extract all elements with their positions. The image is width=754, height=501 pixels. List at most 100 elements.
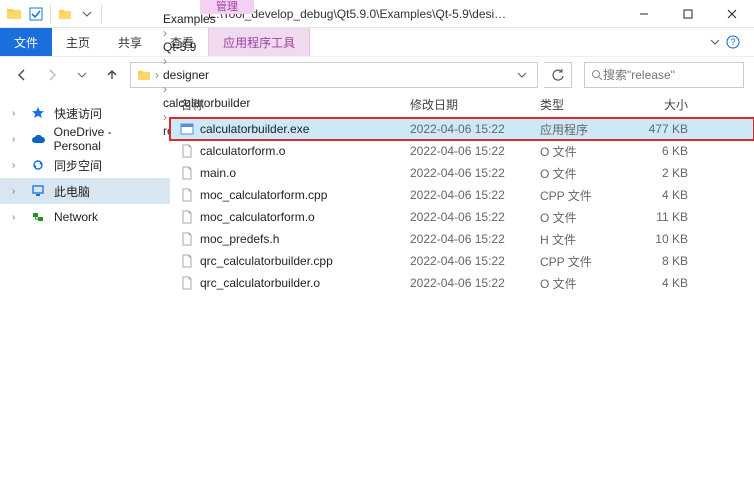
file-date: 2022-04-06 15:22 (410, 188, 540, 202)
navigation-bar: › Examples›Qt-5.9›designer›calculatorbui… (0, 56, 754, 92)
file-type: O 文件 (540, 275, 630, 292)
file-name: calculatorform.o (200, 144, 285, 158)
star-icon (30, 105, 46, 121)
address-bar[interactable]: › Examples›Qt-5.9›designer›calculatorbui… (130, 62, 538, 88)
sidebar-item-label: 快速访问 (54, 105, 102, 122)
file-name: qrc_calculatorbuilder.cpp (200, 254, 333, 268)
file-icon (180, 276, 194, 290)
sync-icon (30, 157, 46, 173)
file-row[interactable]: qrc_calculatorbuilder.o 2022-04-06 15:22O… (170, 272, 754, 294)
recent-dropdown[interactable] (70, 63, 94, 87)
file-type: O 文件 (540, 143, 630, 160)
column-type[interactable]: 类型 (540, 96, 630, 113)
file-size: 11 KB (630, 210, 700, 224)
file-name: qrc_calculatorbuilder.o (200, 276, 320, 290)
close-button[interactable] (710, 0, 754, 28)
up-button[interactable] (100, 63, 124, 87)
expand-icon[interactable]: › (12, 186, 22, 197)
search-input[interactable] (603, 68, 754, 82)
file-type: CPP 文件 (540, 187, 630, 204)
chevron-right-icon[interactable]: › (161, 54, 169, 68)
expand-icon[interactable]: › (12, 134, 22, 145)
file-size: 8 KB (630, 254, 700, 268)
file-type: H 文件 (540, 231, 630, 248)
svg-text:?: ? (730, 37, 735, 47)
chevron-right-icon[interactable]: › (161, 26, 169, 40)
sidebar-item-label: Network (54, 210, 98, 224)
window-controls (622, 0, 754, 28)
file-row[interactable]: calculatorform.o2022-04-06 15:22O 文件6 KB (170, 140, 754, 162)
checkbox-icon[interactable] (28, 6, 44, 22)
column-date[interactable]: 修改日期 (410, 96, 540, 113)
column-size[interactable]: 大小 (630, 96, 700, 113)
sidebar-item[interactable]: ›OneDrive - Personal (0, 126, 170, 152)
folder-small-icon[interactable] (57, 6, 73, 22)
column-name[interactable]: 名称 (170, 96, 410, 113)
title-bar: E:\Tool_develop_debug\Qt5.9.0\Examples\Q… (0, 0, 754, 28)
file-type: CPP 文件 (540, 253, 630, 270)
separator (50, 5, 51, 23)
file-date: 2022-04-06 15:22 (410, 166, 540, 180)
help-icon[interactable]: ? (726, 35, 740, 49)
file-icon (180, 232, 194, 246)
folder-icon (6, 6, 22, 22)
file-size: 2 KB (630, 166, 700, 180)
cloud-icon (30, 131, 46, 147)
file-row[interactable]: main.o2022-04-06 15:22O 文件2 KB (170, 162, 754, 184)
chevron-right-icon[interactable]: › (153, 68, 161, 82)
file-type: O 文件 (540, 209, 630, 226)
ribbon-toggle: ? (696, 28, 754, 56)
chevron-down-icon[interactable] (79, 6, 95, 22)
file-rows: calculatorbuilder.exe2022-04-06 15:22应用程… (170, 118, 754, 501)
file-date: 2022-04-06 15:22 (410, 232, 540, 246)
maximize-button[interactable] (666, 0, 710, 28)
column-headers: 名称 修改日期 类型 大小 (170, 92, 754, 118)
file-size: 10 KB (630, 232, 700, 246)
file-date: 2022-04-06 15:22 (410, 122, 540, 136)
file-row[interactable]: moc_predefs.h 2022-04-06 15:22H 文件10 KB (170, 228, 754, 250)
minimize-button[interactable] (622, 0, 666, 28)
file-size: 477 KB (630, 122, 700, 136)
expand-icon[interactable]: › (12, 160, 22, 171)
sidebar-item[interactable]: › 同步空间 (0, 152, 170, 178)
file-date: 2022-04-06 15:22 (410, 276, 540, 290)
sidebar-item[interactable]: ›此电脑 (0, 178, 170, 204)
tab-file[interactable]: 文件 (0, 28, 52, 56)
breadcrumb-segment[interactable]: Qt-5.9 (161, 40, 252, 54)
expand-icon[interactable]: › (12, 212, 22, 223)
file-row[interactable]: moc_calculatorform.o2022-04-06 15:22O 文件… (170, 206, 754, 228)
search-box[interactable] (584, 62, 744, 88)
sidebar-item[interactable]: › Network (0, 204, 170, 230)
refresh-button[interactable] (544, 62, 572, 88)
file-icon (180, 122, 194, 136)
folder-icon (135, 66, 153, 84)
back-button[interactable] (10, 63, 34, 87)
file-list-pane: 名称 修改日期 类型 大小 calculatorbuilder.exe 2022-… (170, 92, 754, 501)
expand-icon[interactable]: › (12, 108, 22, 119)
pc-icon (30, 183, 46, 199)
tab-share[interactable]: 共享 (104, 28, 156, 56)
content-area: ›快速访问›OneDrive - Personal›同步空间›此电脑›Netwo… (0, 92, 754, 501)
sidebar-item-label: 同步空间 (54, 157, 102, 174)
sidebar-item[interactable]: › 快速访问 (0, 100, 170, 126)
tab-home[interactable]: 主页 (52, 28, 104, 56)
file-row[interactable]: qrc_calculatorbuilder.cpp2022-04-06 15:2… (170, 250, 754, 272)
breadcrumb-segment[interactable]: designer (161, 68, 252, 82)
file-name: main.o (200, 166, 236, 180)
chevron-down-icon[interactable] (710, 37, 720, 47)
file-row[interactable]: moc_calculatorform.cpp2022-04-06 15:22CP… (170, 184, 754, 206)
file-type: 应用程序 (540, 121, 630, 138)
file-icon (180, 166, 194, 180)
search-icon (591, 69, 603, 81)
file-size: 4 KB (630, 188, 700, 202)
file-icon (180, 210, 194, 224)
file-name: calculatorbuilder.exe (200, 122, 309, 136)
file-name: moc_calculatorform.o (200, 210, 315, 224)
breadcrumb-segment[interactable]: Examples (161, 12, 252, 26)
file-name: moc_predefs.h (200, 232, 279, 246)
ribbon-tabs: 文件 主页 共享 查看 应用程序工具 ? (0, 28, 754, 56)
file-icon (180, 144, 194, 158)
address-dropdown[interactable] (511, 70, 533, 80)
forward-button[interactable] (40, 63, 64, 87)
file-row[interactable]: calculatorbuilder.exe 2022-04-06 15:22应用程… (170, 118, 754, 140)
